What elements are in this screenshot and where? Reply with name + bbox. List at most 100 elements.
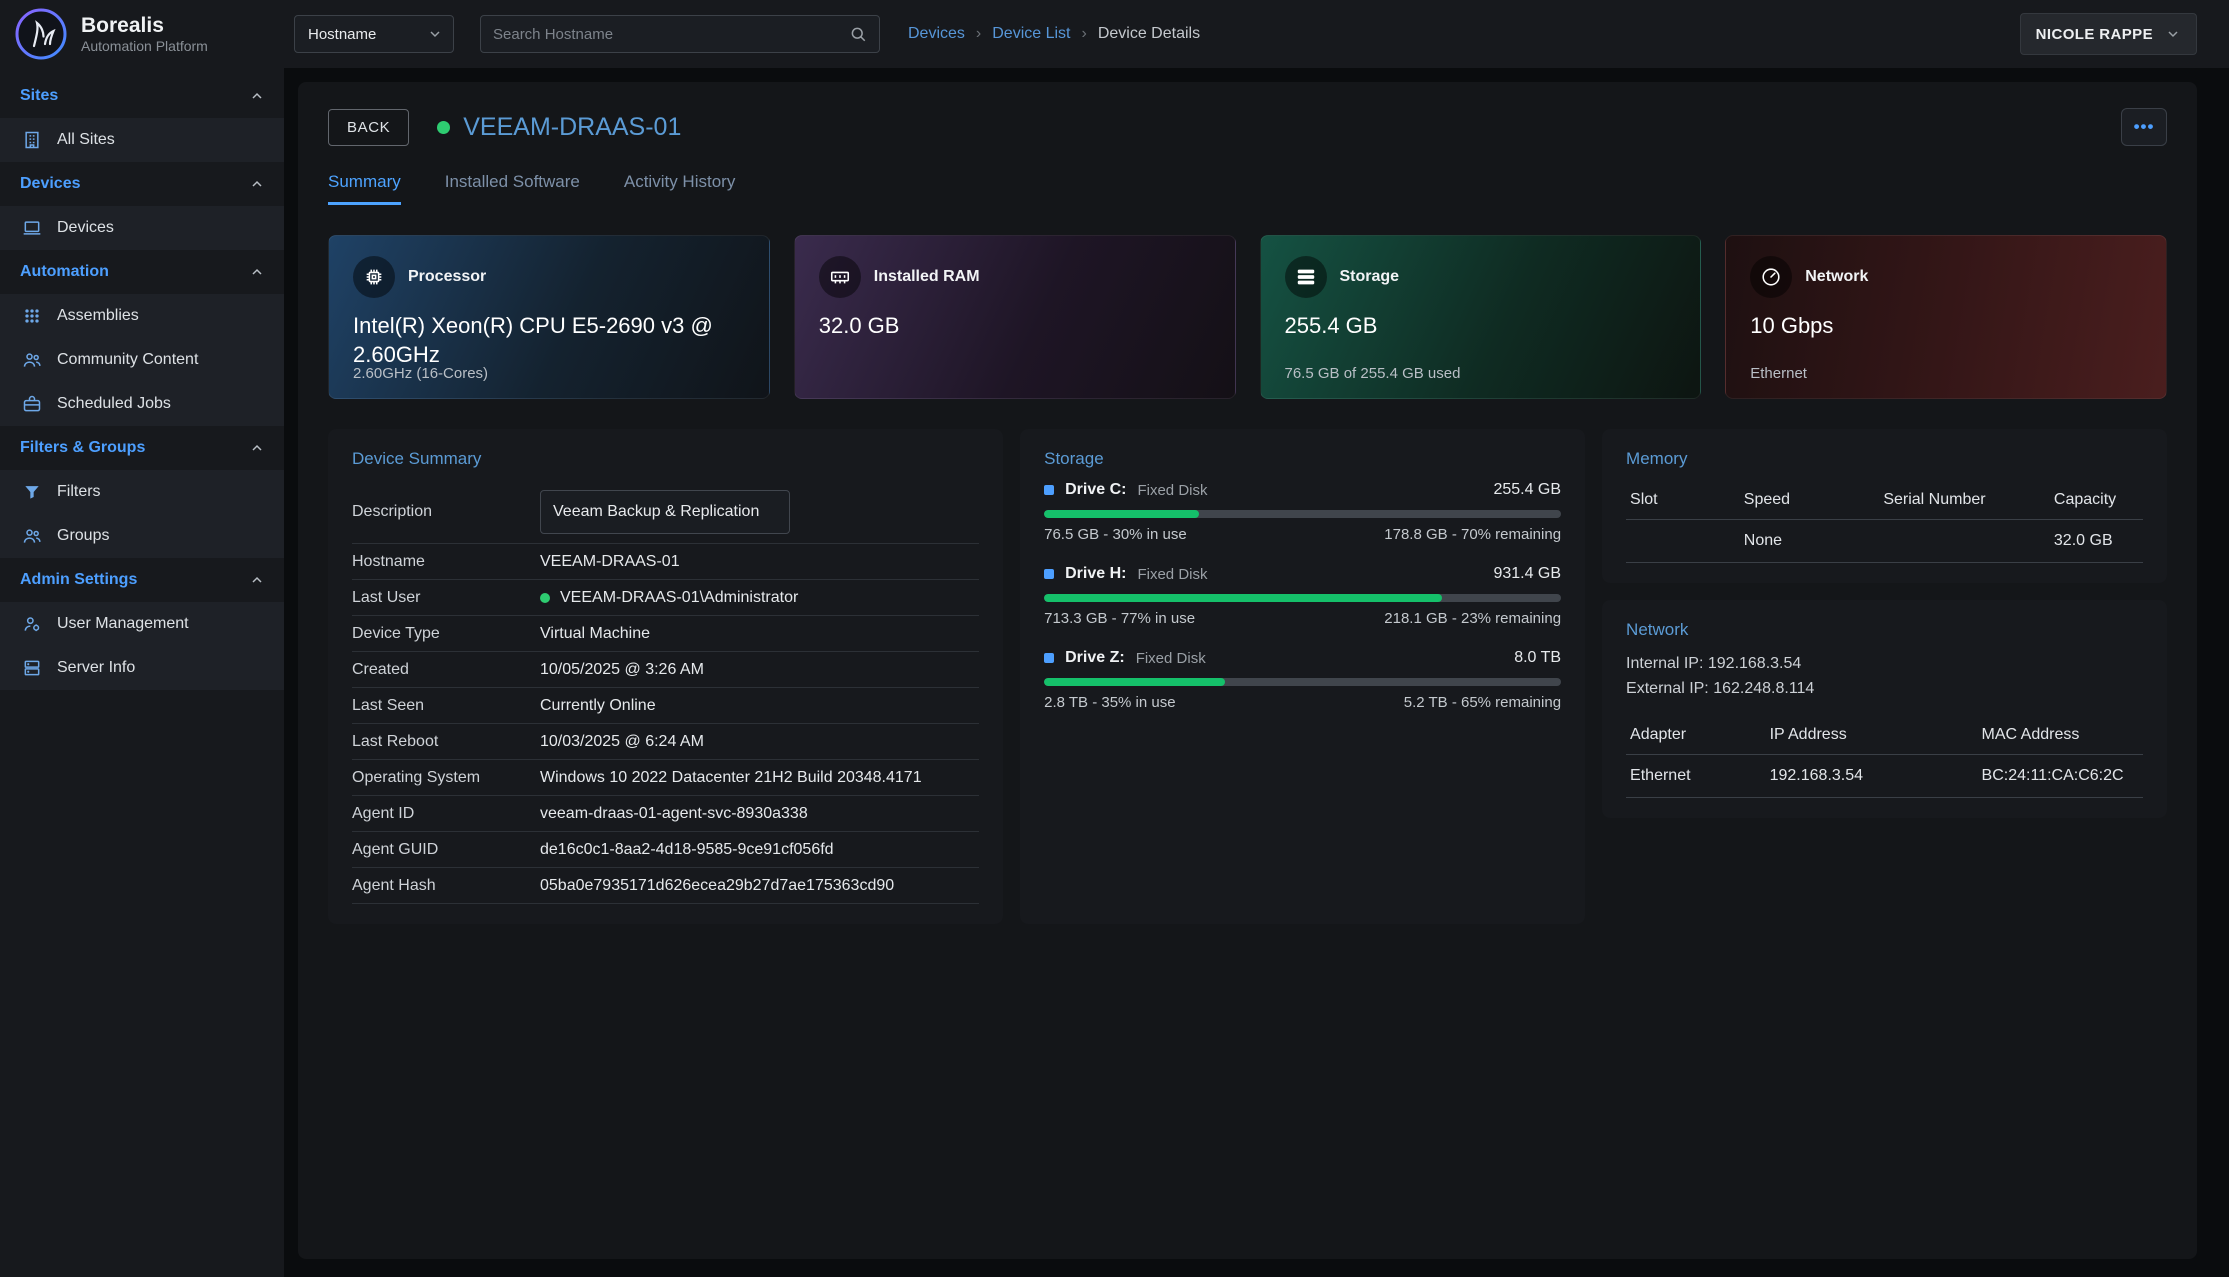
- drive-remaining: 218.1 GB - 23% remaining: [1384, 610, 1561, 627]
- search-field-dropdown-value: Hostname: [308, 26, 376, 43]
- sidebar-item-user-management[interactable]: User Management: [0, 602, 284, 646]
- device-summary-panel: Device Summary Description Hostname VEEA…: [328, 429, 1003, 924]
- storage-value: 255.4 GB: [1285, 311, 1649, 340]
- sidebar-section-filters-groups[interactable]: Filters & Groups: [0, 426, 284, 470]
- drive-h: Drive H: Fixed Disk 931.4 GB 713.3 GB - …: [1044, 565, 1561, 627]
- breadcrumb-device-details: Device Details: [1098, 25, 1200, 43]
- user-menu-button[interactable]: NICOLE RAPPE: [2020, 13, 2197, 55]
- summary-row-created: Created 10/05/2025 @ 3:26 AM: [352, 652, 979, 688]
- page-title: VEEAM-DRAAS-01: [437, 113, 681, 142]
- sidebar-item-server-info[interactable]: Server Info: [0, 646, 284, 690]
- summary-row-hostname: Hostname VEEAM-DRAAS-01: [352, 544, 979, 580]
- summary-row-agent-hash: Agent Hash 05ba0e7935171d626ecea29b27d7a…: [352, 868, 979, 904]
- breadcrumb: Devices › Device List › Device Details: [908, 25, 1200, 43]
- drive-bullet-icon: [1044, 653, 1054, 663]
- sidebar-section-automation[interactable]: Automation: [0, 250, 284, 294]
- summary-row-description: Description: [352, 481, 979, 544]
- chevron-down-icon: [427, 26, 443, 42]
- drive-h-progress: [1044, 594, 1561, 602]
- chevron-up-icon: [249, 264, 265, 280]
- chevron-up-icon: [249, 572, 265, 588]
- summary-row-last-reboot: Last Reboot 10/03/2025 @ 6:24 AM: [352, 724, 979, 760]
- sidebar-item-scheduled-jobs[interactable]: Scheduled Jobs: [0, 382, 284, 426]
- tab-activity-history[interactable]: Activity History: [624, 172, 735, 205]
- drive-used: 76.5 GB - 30% in use: [1044, 526, 1187, 543]
- chevron-up-icon: [249, 176, 265, 192]
- cpu-icon: [353, 256, 395, 298]
- tab-summary[interactable]: Summary: [328, 172, 401, 205]
- building-icon: [22, 130, 42, 150]
- ram-icon: [819, 256, 861, 298]
- right-column: Memory Slot Speed Serial Number Capacity: [1602, 429, 2167, 924]
- summary-row-device-type: Device Type Virtual Machine: [352, 616, 979, 652]
- memory-serial: [1879, 520, 2050, 563]
- brand: Borealis Automation Platform: [0, 7, 284, 61]
- gauge-icon: [1750, 256, 1792, 298]
- sidebar-item-all-sites[interactable]: All Sites: [0, 118, 284, 162]
- summary-row-operating-system: Operating System Windows 10 2022 Datacen…: [352, 760, 979, 796]
- more-actions-button[interactable]: •••: [2121, 108, 2167, 146]
- top-bar: Borealis Automation Platform Hostname De…: [0, 0, 2229, 68]
- user-menu-label: NICOLE RAPPE: [2036, 26, 2153, 43]
- processor-value: Intel(R) Xeon(R) CPU E5-2690 v3 @ 2.60GH…: [353, 311, 717, 369]
- sidebar-item-devices[interactable]: Devices: [0, 206, 284, 250]
- sidebar-item-community-content[interactable]: Community Content: [0, 338, 284, 382]
- chevron-up-icon: [249, 440, 265, 456]
- ellipsis-icon: •••: [2134, 117, 2155, 137]
- people-icon: [22, 526, 42, 546]
- network-header-ip: IP Address: [1766, 716, 1978, 755]
- memory-speed: None: [1740, 520, 1880, 563]
- memory-header-slot: Slot: [1626, 481, 1740, 520]
- sidebar-section-devices[interactable]: Devices: [0, 162, 284, 206]
- drive-remaining: 178.8 GB - 70% remaining: [1384, 526, 1561, 543]
- back-button[interactable]: BACK: [328, 109, 409, 146]
- search-box[interactable]: [480, 15, 880, 53]
- drive-used: 2.8 TB - 35% in use: [1044, 694, 1175, 711]
- card-title: Storage: [1340, 268, 1400, 286]
- chevron-up-icon: [249, 88, 265, 104]
- drive-z-progress: [1044, 678, 1561, 686]
- search-icon[interactable]: [849, 25, 867, 43]
- network-adapter: Ethernet: [1626, 754, 1766, 797]
- summary-row-last-seen: Last Seen Currently Online: [352, 688, 979, 724]
- summary-row-agent-guid: Agent GUID de16c0c1-8aa2-4d18-9585-9ce91…: [352, 832, 979, 868]
- drive-c: Drive C: Fixed Disk 255.4 GB 76.5 GB - 3…: [1044, 481, 1561, 543]
- memory-header-serial: Serial Number: [1879, 481, 2050, 520]
- search-input[interactable]: [493, 26, 849, 43]
- sidebar-item-assemblies[interactable]: Assemblies: [0, 294, 284, 338]
- ram-value: 32.0 GB: [819, 311, 1183, 340]
- people-icon: [22, 350, 42, 370]
- panel-title: Network: [1626, 620, 2143, 640]
- description-input[interactable]: [540, 490, 790, 534]
- tab-bar: Summary Installed Software Activity Hist…: [328, 172, 2167, 205]
- memory-slot: [1626, 520, 1740, 563]
- sidebar-item-groups[interactable]: Groups: [0, 514, 284, 558]
- memory-panel: Memory Slot Speed Serial Number Capacity: [1602, 429, 2167, 583]
- detail-panels: Device Summary Description Hostname VEEA…: [328, 429, 2167, 924]
- app-logo-icon: [14, 7, 68, 61]
- online-status-dot: [437, 121, 450, 134]
- memory-table: Slot Speed Serial Number Capacity None: [1626, 481, 2143, 563]
- panel-title: Storage: [1044, 449, 1561, 469]
- storage-footer: 76.5 GB of 255.4 GB used: [1285, 365, 1461, 382]
- processor-footer: 2.60GHz (16-Cores): [353, 365, 488, 382]
- stat-cards: Processor Intel(R) Xeon(R) CPU E5-2690 v…: [328, 235, 2167, 399]
- network-mac: BC:24:11:CA:C6:2C: [1978, 754, 2143, 797]
- sidebar-item-filters[interactable]: Filters: [0, 470, 284, 514]
- tab-installed-software[interactable]: Installed Software: [445, 172, 580, 205]
- briefcase-icon: [22, 394, 42, 414]
- device-details-panel: BACK VEEAM-DRAAS-01 ••• Summary Installe…: [298, 82, 2197, 1259]
- sidebar-section-sites[interactable]: Sites: [0, 74, 284, 118]
- user-gear-icon: [22, 614, 42, 634]
- network-header-adapter: Adapter: [1626, 716, 1766, 755]
- memory-header-speed: Speed: [1740, 481, 1880, 520]
- drive-used: 713.3 GB - 77% in use: [1044, 610, 1195, 627]
- panel-title: Device Summary: [352, 449, 979, 469]
- sidebar-section-admin-settings[interactable]: Admin Settings: [0, 558, 284, 602]
- breadcrumb-separator-icon: ›: [1081, 25, 1086, 43]
- breadcrumb-devices[interactable]: Devices: [908, 25, 965, 43]
- search-field-dropdown[interactable]: Hostname: [294, 15, 454, 53]
- network-row: Ethernet 192.168.3.54 BC:24:11:CA:C6:2C: [1626, 754, 2143, 797]
- breadcrumb-device-list[interactable]: Device List: [992, 25, 1070, 43]
- panel-title: Memory: [1626, 449, 2143, 469]
